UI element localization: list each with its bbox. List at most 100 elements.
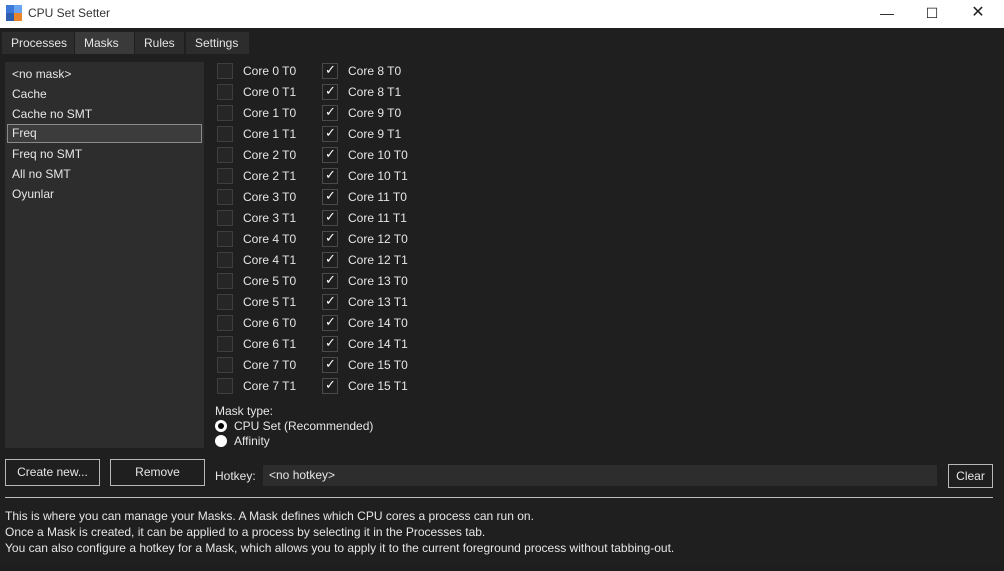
check-icon: ✓ <box>325 84 336 99</box>
checkbox[interactable]: ✓ <box>217 63 233 79</box>
help-text-line: Once a Mask is created, it can be applie… <box>5 525 486 539</box>
checkbox[interactable]: ✓ <box>322 126 338 142</box>
checkbox[interactable]: ✓ <box>217 84 233 100</box>
checkbox[interactable]: ✓ <box>322 105 338 121</box>
app-icon <box>6 5 22 21</box>
radio-label: Affinity <box>234 434 270 448</box>
hotkey-label: Hotkey: <box>215 469 256 483</box>
check-icon: ✓ <box>325 336 336 351</box>
mask-type-label: Mask type: <box>215 404 274 418</box>
core-label: Core 1 T0 <box>243 106 297 120</box>
check-icon: ✓ <box>325 357 336 372</box>
mask-item[interactable]: All no SMT <box>7 165 202 184</box>
tab-masks[interactable]: Masks <box>75 32 134 54</box>
core-label: Core 5 T1 <box>243 295 297 309</box>
checkbox[interactable]: ✓ <box>322 210 338 226</box>
mask-item[interactable]: Oyunlar <box>7 185 202 204</box>
core-label: Core 6 T1 <box>243 337 297 351</box>
core-label: Core 4 T1 <box>243 253 297 267</box>
close-button[interactable]: ✕ <box>955 0 1001 28</box>
checkbox[interactable]: ✓ <box>322 294 338 310</box>
checkbox[interactable]: ✓ <box>322 357 338 373</box>
core-label: Core 6 T0 <box>243 316 297 330</box>
core-label: Core 2 T1 <box>243 169 297 183</box>
remove-button[interactable]: Remove <box>110 459 205 486</box>
core-label: Core 3 T0 <box>243 190 297 204</box>
radio-button[interactable] <box>215 435 227 447</box>
checkbox[interactable]: ✓ <box>217 294 233 310</box>
checkbox[interactable]: ✓ <box>322 63 338 79</box>
check-icon: ✓ <box>325 63 336 78</box>
help-text-line: This is where you can manage your Masks.… <box>5 509 534 523</box>
window-content: Processes Masks Rules Settings <no mask>… <box>0 28 1002 565</box>
core-label: Core 2 T0 <box>243 148 297 162</box>
mask-item[interactable]: Cache no SMT <box>7 105 202 124</box>
radio-button[interactable] <box>215 420 227 432</box>
core-label: Core 0 T1 <box>243 85 297 99</box>
core-label: Core 12 T0 <box>348 232 408 246</box>
mask-item[interactable]: <no mask> <box>7 65 202 84</box>
clear-hotkey-button[interactable]: Clear <box>948 464 993 488</box>
core-label: Core 8 T0 <box>348 64 402 78</box>
create-new-button[interactable]: Create new... <box>5 459 100 486</box>
core-label: Core 15 T0 <box>348 358 408 372</box>
checkbox[interactable]: ✓ <box>322 84 338 100</box>
checkbox[interactable]: ✓ <box>217 189 233 205</box>
core-label: Core 9 T1 <box>348 127 402 141</box>
checkbox[interactable]: ✓ <box>217 315 233 331</box>
checkbox[interactable]: ✓ <box>217 168 233 184</box>
core-label: Core 10 T1 <box>348 169 408 183</box>
check-icon: ✓ <box>325 126 336 141</box>
mask-item[interactable]: Cache <box>7 85 202 104</box>
checkbox[interactable]: ✓ <box>217 378 233 394</box>
checkbox[interactable]: ✓ <box>217 105 233 121</box>
core-label: Core 11 T1 <box>348 211 407 225</box>
maximize-button[interactable]: ☐ <box>909 0 955 28</box>
checkbox[interactable]: ✓ <box>322 273 338 289</box>
checkbox[interactable]: ✓ <box>217 210 233 226</box>
core-label: Core 15 T1 <box>348 379 408 393</box>
check-icon: ✓ <box>325 105 336 120</box>
radio-label: CPU Set (Recommended) <box>234 419 374 433</box>
checkbox[interactable]: ✓ <box>322 189 338 205</box>
core-label: Core 14 T0 <box>348 316 408 330</box>
checkbox[interactable]: ✓ <box>217 357 233 373</box>
checkbox[interactable]: ✓ <box>217 252 233 268</box>
check-icon: ✓ <box>325 378 336 393</box>
checkbox[interactable]: ✓ <box>217 336 233 352</box>
hotkey-field[interactable]: <no hotkey> <box>263 465 937 486</box>
check-icon: ✓ <box>325 189 336 204</box>
checkbox[interactable]: ✓ <box>322 378 338 394</box>
checkbox[interactable]: ✓ <box>217 231 233 247</box>
core-label: Core 11 T0 <box>348 190 407 204</box>
checkbox[interactable]: ✓ <box>322 147 338 163</box>
checkbox[interactable]: ✓ <box>322 315 338 331</box>
checkbox[interactable]: ✓ <box>322 252 338 268</box>
check-icon: ✓ <box>325 294 336 309</box>
tab-settings[interactable]: Settings <box>186 32 249 54</box>
divider <box>5 497 993 498</box>
tab-rules[interactable]: Rules <box>135 32 184 54</box>
core-label: Core 1 T1 <box>243 127 297 141</box>
title-bar: CPU Set Setter — ☐ ✕ <box>0 0 1004 28</box>
tab-processes[interactable]: Processes <box>2 32 74 54</box>
help-text-line: You can also configure a hotkey for a Ma… <box>5 541 675 555</box>
checkbox[interactable]: ✓ <box>322 231 338 247</box>
mask-item-selected[interactable]: Freq <box>7 124 202 143</box>
core-label: Core 8 T1 <box>348 85 402 99</box>
check-icon: ✓ <box>325 210 336 225</box>
check-icon: ✓ <box>325 147 336 162</box>
checkbox[interactable]: ✓ <box>322 168 338 184</box>
checkbox[interactable]: ✓ <box>217 147 233 163</box>
check-icon: ✓ <box>325 273 336 288</box>
core-label: Core 13 T0 <box>348 274 408 288</box>
core-label: Core 13 T1 <box>348 295 408 309</box>
minimize-button[interactable]: — <box>864 0 910 28</box>
checkbox[interactable]: ✓ <box>322 336 338 352</box>
checkbox[interactable]: ✓ <box>217 273 233 289</box>
check-icon: ✓ <box>325 168 336 183</box>
mask-item[interactable]: Freq no SMT <box>7 145 202 164</box>
mask-list[interactable]: <no mask> Cache Cache no SMT Freq Freq n… <box>5 62 204 448</box>
checkbox[interactable]: ✓ <box>217 126 233 142</box>
check-icon: ✓ <box>325 252 336 267</box>
